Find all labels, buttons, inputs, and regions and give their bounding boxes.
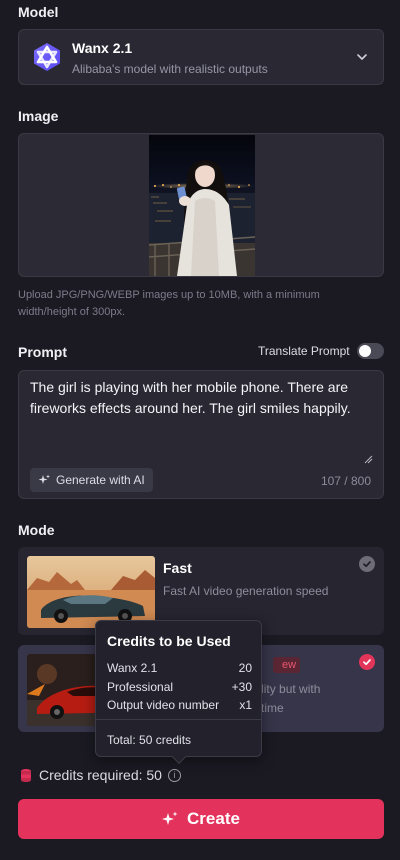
tooltip-row-label: Output video number bbox=[107, 698, 220, 712]
wanx-logo-icon bbox=[34, 43, 60, 71]
new-badge: ew bbox=[273, 657, 301, 673]
prompt-textarea[interactable]: The girl is playing with her mobile phon… bbox=[18, 370, 384, 499]
translate-prompt-toggle[interactable] bbox=[357, 343, 384, 359]
uploaded-image-preview[interactable] bbox=[149, 135, 255, 276]
info-icon[interactable]: i bbox=[167, 768, 181, 782]
model-section-label: Model bbox=[18, 4, 59, 20]
tooltip-title: Credits to be Used bbox=[107, 633, 231, 649]
translate-prompt-label: Translate Prompt bbox=[258, 344, 350, 358]
prompt-text[interactable]: The girl is playing with her mobile phon… bbox=[30, 377, 370, 419]
tooltip-row-value: +30 bbox=[231, 680, 252, 694]
tooltip-total: Total: 50 credits bbox=[107, 733, 192, 747]
sparkle-icon bbox=[162, 811, 178, 825]
credits-required: Credits required: 50 i bbox=[20, 767, 181, 783]
image-upload-hint: Upload JPG/PNG/WEBP images up to 10MB, w… bbox=[18, 289, 320, 318]
fast-mode-description: Fast AI video generation speed bbox=[163, 584, 329, 598]
image-section-label: Image bbox=[18, 108, 59, 124]
image-upload-area[interactable] bbox=[18, 133, 384, 277]
desert-car-image bbox=[27, 556, 155, 628]
tooltip-divider bbox=[96, 719, 261, 720]
tooltip-row: Output video number x1 bbox=[107, 698, 252, 712]
tooltip-arrow bbox=[171, 749, 187, 765]
character-counter: 107 / 800 bbox=[320, 474, 371, 488]
coins-icon bbox=[21, 769, 31, 782]
girl-night-photo bbox=[149, 135, 255, 276]
model-select[interactable]: Wanx 2.1 Alibaba's model with realistic … bbox=[18, 29, 384, 85]
fast-mode-title: Fast bbox=[163, 560, 192, 576]
resize-handle-icon[interactable] bbox=[363, 454, 373, 464]
model-name: Wanx 2.1 bbox=[72, 40, 133, 56]
tooltip-row-value: 20 bbox=[238, 661, 252, 675]
mode-section-label: Mode bbox=[18, 522, 55, 538]
tooltip-row: Wanx 2.1 20 bbox=[107, 661, 252, 675]
chevron-down-icon bbox=[357, 54, 367, 60]
tooltip-row: Professional +30 bbox=[107, 680, 252, 694]
model-description: Alibaba's model with realistic outputs bbox=[72, 62, 268, 76]
credits-required-text: Credits required: 50 bbox=[39, 767, 162, 783]
generate-with-ai-button[interactable]: Generate with AI bbox=[30, 468, 153, 492]
tooltip-row-label: Professional bbox=[107, 680, 174, 694]
credits-tooltip: Credits to be Used Wanx 2.1 20 Professio… bbox=[95, 620, 262, 765]
prompt-section-label: Prompt bbox=[18, 344, 67, 360]
fast-mode-thumbnail bbox=[27, 556, 155, 628]
tooltip-row-value: x1 bbox=[239, 698, 252, 712]
check-circle-icon bbox=[359, 654, 375, 670]
sparkle-icon bbox=[38, 474, 50, 484]
check-circle-icon bbox=[359, 556, 375, 572]
tooltip-row-label: Wanx 2.1 bbox=[107, 661, 158, 675]
create-button[interactable]: Create bbox=[18, 799, 384, 839]
create-button-label: Create bbox=[187, 809, 240, 828]
generate-with-ai-label: Generate with AI bbox=[56, 473, 145, 487]
